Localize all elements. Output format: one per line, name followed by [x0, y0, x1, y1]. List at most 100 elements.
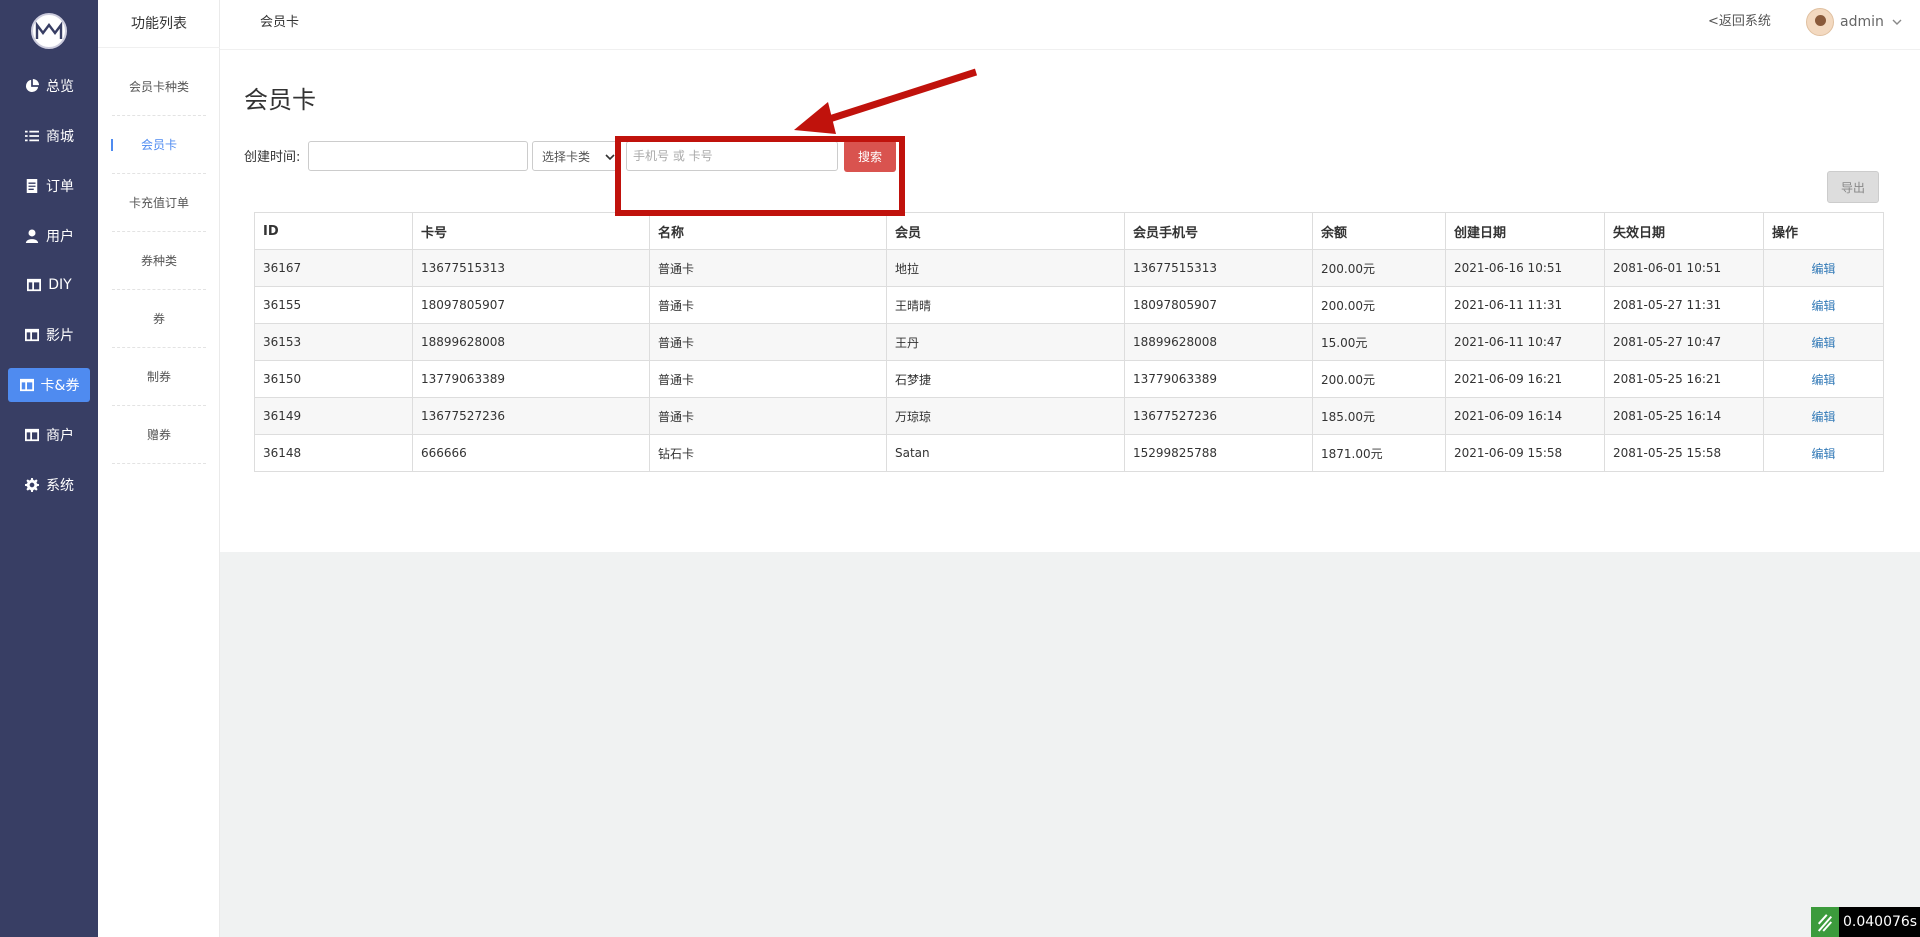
member-card-table: ID 卡号 名称 会员 会员手机号 余额 创建日期 失效日期 操作 36167 …	[254, 212, 1884, 472]
sub-item-gift-coupons[interactable]: 赠券	[112, 406, 206, 464]
cell-phone: 13779063389	[1124, 360, 1313, 398]
search-button[interactable]: 搜索	[844, 140, 896, 172]
gear-icon	[24, 477, 40, 493]
cell-balance: 15.00元	[1312, 323, 1446, 361]
nav-item-overview[interactable]: 总览	[8, 69, 90, 103]
nav-item-cards-coupons[interactable]: 卡&券	[8, 368, 90, 402]
column-header: 操作	[1763, 212, 1884, 250]
table-row: 36149 13677527236 普通卡 万琼琼 13677527236 18…	[254, 397, 1884, 435]
created-time-input[interactable]	[308, 141, 528, 171]
table-row: 36148 666666 钻石卡 Satan 15299825788 1871.…	[254, 434, 1884, 472]
edit-link[interactable]: 编辑	[1811, 262, 1835, 276]
edit-link[interactable]: 编辑	[1811, 447, 1835, 461]
sub-item-recharge-orders[interactable]: 卡充值订单	[112, 174, 206, 232]
created-time-label: 创建时间:	[244, 150, 301, 165]
breadcrumb: 会员卡	[260, 15, 300, 30]
cell-balance: 185.00元	[1312, 397, 1446, 435]
sub-item-member-card[interactable]: 会员卡	[111, 116, 206, 174]
cell-id: 36149	[254, 397, 413, 435]
cell-action: 编辑	[1763, 323, 1884, 361]
nav-item-diy[interactable]: DIY	[8, 268, 90, 302]
cell-created: 2021-06-09 15:58	[1445, 434, 1605, 472]
nav-item-users[interactable]: 用户	[8, 219, 90, 253]
nav-item-label: DIY	[48, 277, 72, 293]
cell-action: 编辑	[1763, 360, 1884, 398]
function-list-title: 功能列表	[98, 0, 220, 48]
user-menu[interactable]: admin	[1806, 8, 1902, 36]
column-header: 失效日期	[1604, 212, 1764, 250]
logo-icon	[35, 21, 63, 39]
cell-member: 地拉	[886, 249, 1125, 287]
cell-expires: 2081-06-01 10:51	[1604, 249, 1764, 287]
nav-item-label: 总览	[46, 79, 74, 95]
edit-link[interactable]: 编辑	[1811, 336, 1835, 350]
timing-badge: 0.040076s	[1811, 907, 1920, 937]
nav-item-merchants[interactable]: 商户	[8, 418, 90, 452]
cell-phone: 18097805907	[1124, 286, 1313, 324]
cell-id: 36153	[254, 323, 413, 361]
cell-name: 普通卡	[649, 286, 887, 324]
nav-item-label: 影片	[46, 328, 74, 344]
nav-item-label: 商户	[46, 428, 74, 444]
table-header-row: ID 卡号 名称 会员 会员手机号 余额 创建日期 失效日期 操作	[254, 212, 1884, 250]
column-header: 名称	[649, 212, 887, 250]
nav-item-orders[interactable]: 订单	[8, 169, 90, 203]
cell-balance: 200.00元	[1312, 286, 1446, 324]
sub-item-card-types[interactable]: 会员卡种类	[112, 58, 206, 116]
cell-phone: 13677515313	[1124, 249, 1313, 287]
edit-link[interactable]: 编辑	[1811, 410, 1835, 424]
cell-action: 编辑	[1763, 249, 1884, 287]
document-icon	[24, 178, 40, 194]
cell-name: 普通卡	[649, 323, 887, 361]
avatar	[1806, 8, 1834, 36]
column-header: ID	[254, 212, 413, 250]
cell-name: 普通卡	[649, 360, 887, 398]
export-button[interactable]: 导出	[1827, 171, 1879, 203]
cell-expires: 2081-05-25 15:58	[1604, 434, 1764, 472]
nav-item-shop[interactable]: 商城	[8, 119, 90, 153]
nav-item-system[interactable]: 系统	[8, 468, 90, 502]
column-header: 会员	[886, 212, 1125, 250]
cell-name: 普通卡	[649, 249, 887, 287]
cell-balance: 200.00元	[1312, 360, 1446, 398]
cell-id: 36155	[254, 286, 413, 324]
cell-created: 2021-06-09 16:21	[1445, 360, 1605, 398]
cell-card-number: 13779063389	[412, 360, 650, 398]
cell-member: 王丹	[886, 323, 1125, 361]
main-nav: 总览 商城 订单 用户 DIY 影片 卡&券 商户 系统	[0, 0, 98, 937]
cell-created: 2021-06-11 10:47	[1445, 323, 1605, 361]
sub-item-make-coupons[interactable]: 制券	[112, 348, 206, 406]
edit-link[interactable]: 编辑	[1811, 373, 1835, 387]
nav-item-label: 用户	[46, 229, 74, 245]
back-to-system-link[interactable]: <返回系统	[1708, 0, 1771, 44]
sub-item-coupons[interactable]: 券	[112, 290, 206, 348]
layout-icon	[26, 277, 42, 293]
cell-action: 编辑	[1763, 434, 1884, 472]
nav-item-films[interactable]: 影片	[8, 318, 90, 352]
cell-phone: 18899628008	[1124, 323, 1313, 361]
cell-id: 36150	[254, 360, 413, 398]
phone-or-card-search-input[interactable]	[626, 141, 838, 171]
cell-card-number: 18899628008	[412, 323, 650, 361]
cell-member: Satan	[886, 434, 1125, 472]
cell-card-number: 18097805907	[412, 286, 650, 324]
cell-card-number: 13677527236	[412, 397, 650, 435]
column-header: 卡号	[412, 212, 650, 250]
column-header: 会员手机号	[1124, 212, 1313, 250]
app-logo[interactable]	[31, 13, 67, 49]
cell-balance: 1871.00元	[1312, 434, 1446, 472]
cell-phone: 13677527236	[1124, 397, 1313, 435]
function-list: 功能列表 会员卡种类 会员卡 卡充值订单 券种类 券 制券 赠券	[98, 0, 220, 937]
top-bar: 会员卡 <返回系统 admin	[220, 0, 1920, 50]
cell-action: 编辑	[1763, 397, 1884, 435]
table-row: 36155 18097805907 普通卡 王晴晴 18097805907 20…	[254, 286, 1884, 324]
nav-item-label: 商城	[46, 129, 74, 145]
chevron-down-icon	[605, 154, 615, 161]
layout-icon	[24, 327, 40, 343]
sub-item-coupon-types[interactable]: 券种类	[112, 232, 206, 290]
card-type-select[interactable]: 选择卡类	[532, 141, 620, 171]
pie-chart-icon	[24, 78, 40, 94]
table-row: 36167 13677515313 普通卡 地拉 13677515313 200…	[254, 249, 1884, 287]
chevron-down-icon	[1892, 19, 1902, 25]
edit-link[interactable]: 编辑	[1811, 299, 1835, 313]
